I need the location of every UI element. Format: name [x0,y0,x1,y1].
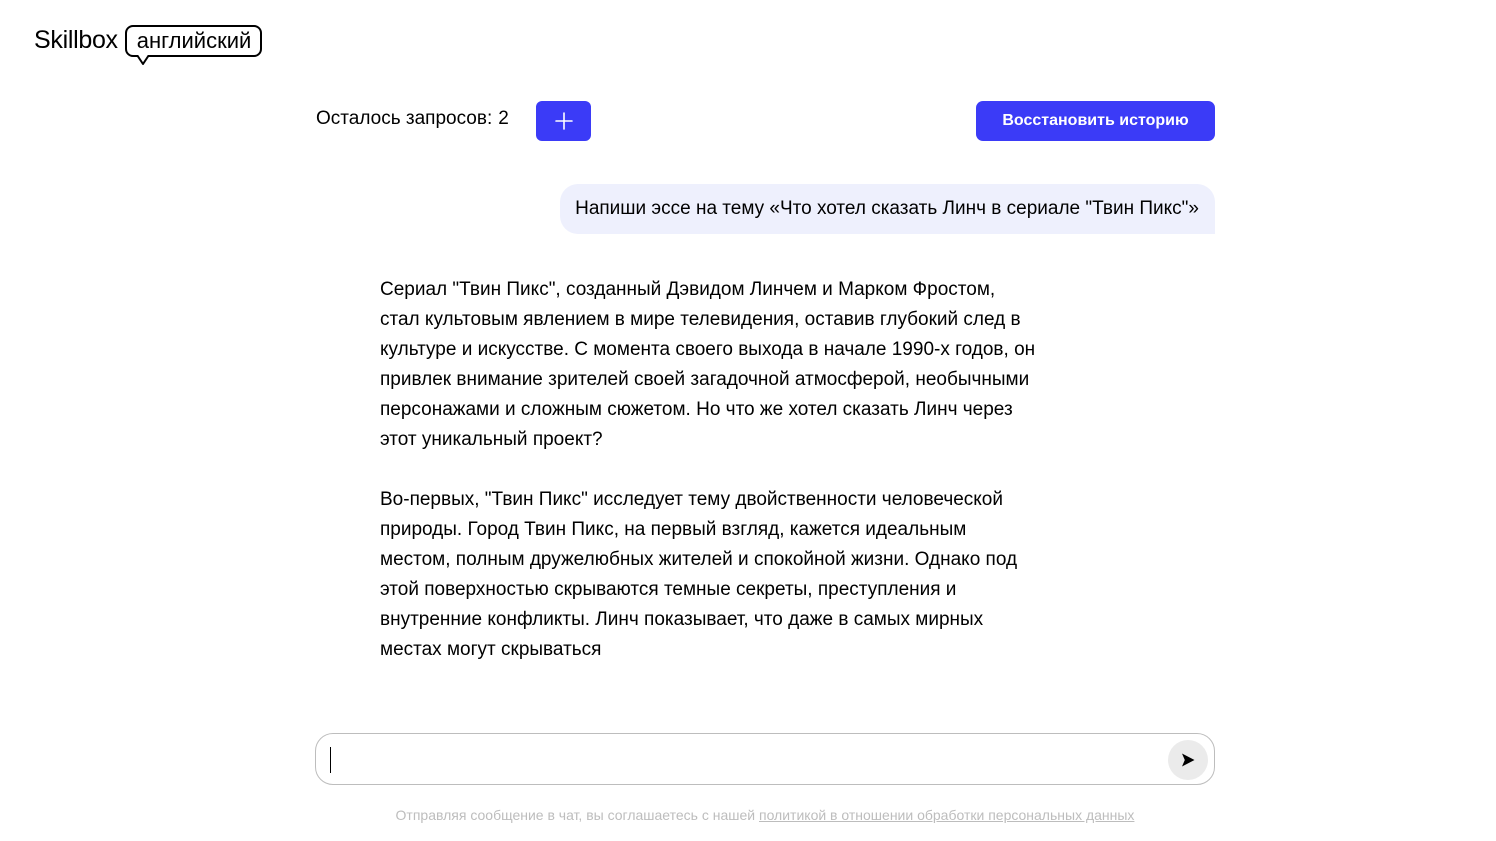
requests-label: Осталось запросов: [316,108,493,129]
message-composer [315,733,1215,785]
skillbox-logo[interactable]: Skillbox английский [34,24,263,65]
logo-speech-bubble: английский [124,25,263,65]
logo-wordmark: Skillbox [34,26,118,54]
plus-icon [554,112,573,130]
send-arrow-icon [1182,753,1195,767]
speech-tail-icon [136,55,150,65]
privacy-disclaimer: Отправляя сообщение в чат, вы соглашаете… [0,805,1496,825]
assistant-reply: Сериал "Твин Пикс", созданный Дэвидом Ли… [380,275,1040,695]
add-requests-button[interactable] [536,101,591,141]
privacy-policy-link[interactable]: политикой в отношении обработки персонал… [759,807,1134,823]
chat-page: Skillbox английский Осталось запросов: 2… [0,0,1496,841]
user-message-bubble: Напиши эссе на тему «Что хотел сказать Л… [560,184,1215,234]
disclaimer-text: Отправляя сообщение в чат, вы соглашаете… [395,807,756,823]
logo-tag-text: английский [136,28,252,53]
message-input[interactable] [330,742,1160,776]
requests-count: 2 [498,108,509,129]
restore-history-button[interactable]: Восстановить историю [976,101,1215,141]
text-caret [330,747,331,773]
send-button[interactable] [1168,740,1208,780]
reply-paragraph: Сериал "Твин Пикс", созданный Дэвидом Ли… [380,279,1036,450]
requests-remaining: Осталось запросов: 2 [316,106,509,132]
reply-paragraph: Во-первых, "Твин Пикс" исследует тему дв… [380,489,1018,660]
